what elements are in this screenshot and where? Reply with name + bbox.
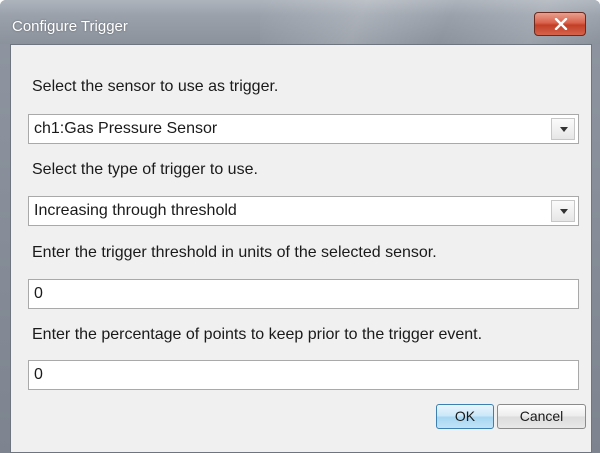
trigger-type-select-value: Increasing through threshold [34, 202, 237, 219]
sensor-dropdown-button[interactable] [551, 118, 575, 140]
close-button[interactable] [534, 12, 586, 36]
close-icon [554, 18, 568, 30]
title-bar[interactable]: Configure Trigger [0, 0, 600, 44]
ok-button[interactable]: OK [436, 404, 494, 429]
percentage-label: Enter the percentage of points to keep p… [32, 326, 483, 343]
trigger-type-select[interactable]: Increasing through threshold [28, 196, 579, 226]
dialog-title: Configure Trigger [12, 18, 128, 35]
dialog-body: Select the sensor to use as trigger. ch1… [10, 44, 592, 453]
chevron-down-icon [560, 209, 568, 214]
percentage-input[interactable] [28, 360, 579, 390]
threshold-label: Enter the trigger threshold in units of … [32, 244, 437, 261]
sensor-select-value: ch1:Gas Pressure Sensor [34, 120, 218, 137]
sensor-select[interactable]: ch1:Gas Pressure Sensor [28, 114, 579, 144]
cancel-button[interactable]: Cancel [497, 404, 586, 429]
chevron-down-icon [560, 127, 568, 132]
trigger-type-dropdown-button[interactable] [551, 200, 575, 222]
sensor-label: Select the sensor to use as trigger. [32, 78, 279, 95]
configure-trigger-dialog: Configure Trigger Select the sensor to u… [0, 0, 600, 453]
trigger-type-label: Select the type of trigger to use. [32, 161, 258, 178]
threshold-input[interactable] [28, 279, 579, 309]
